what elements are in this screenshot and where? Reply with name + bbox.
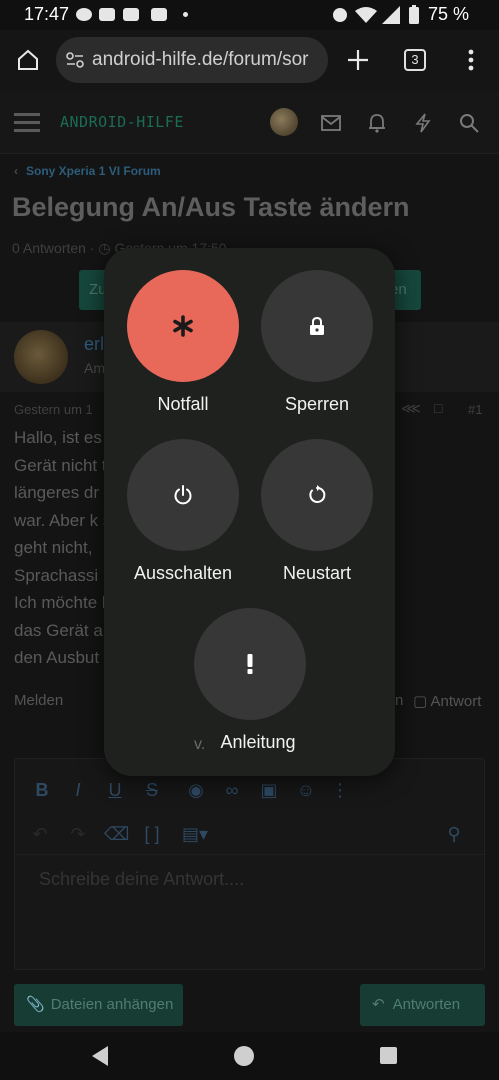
reply-editor[interactable]: B I U S ◉ ∞ ▣ ☺ ⋮ ↶ ↷ ⌫ [ ] ▤▾ ⚲ Schreib…: [14, 758, 485, 970]
search-button[interactable]: [456, 110, 482, 136]
new-tab-button[interactable]: [342, 44, 374, 76]
bell-icon: [369, 114, 385, 133]
save-draft-icon[interactable]: ▤▾: [178, 823, 212, 845]
home-circle-icon[interactable]: [234, 1046, 254, 1066]
wifi-icon: [355, 7, 377, 23]
emergency-label: Notfall: [157, 394, 209, 414]
code-brackets-icon[interactable]: [ ]: [141, 823, 163, 845]
site-settings-icon: [66, 52, 84, 68]
link-icon[interactable]: ∞: [221, 779, 243, 801]
asterisk-icon: [173, 315, 193, 337]
more-options-icon[interactable]: ⋮: [329, 779, 351, 801]
whats-new-button[interactable]: [410, 110, 436, 136]
underline-icon[interactable]: U: [104, 779, 126, 801]
home-button[interactable]: [12, 44, 44, 76]
submit-reply-label: Antworten: [392, 996, 461, 1013]
author-name[interactable]: erl: [84, 334, 104, 355]
envelope-icon: [321, 115, 341, 131]
editor-placeholder: Schreibe deine Antwort....: [39, 869, 245, 889]
lock-button[interactable]: [261, 270, 373, 382]
hamburger-menu-icon[interactable]: [14, 112, 40, 134]
undo-icon[interactable]: ↶: [29, 823, 51, 845]
guide-label-clip: Anleitung: [194, 732, 302, 756]
restart-label: Neustart: [282, 563, 352, 583]
site-logo[interactable]: ANDROID-HILFE: [60, 113, 184, 131]
more-notifications-icon: [183, 12, 188, 17]
chevron-left-icon: ‹: [14, 164, 18, 178]
reply-arrow-icon: ↶: [372, 996, 385, 1013]
power-off-button[interactable]: [127, 439, 239, 551]
lock-label: Sperren: [284, 394, 350, 414]
exclamation-icon: [247, 654, 253, 674]
submit-reply-button[interactable]: ↶ Antworten: [360, 984, 485, 1026]
status-time: 17:47: [24, 4, 70, 24]
share-icon[interactable]: ⋘: [401, 400, 421, 417]
screen: 17:47 75 % android-hilfe.de/forum/sor 3 …: [0, 0, 499, 1080]
home-icon: [18, 49, 38, 70]
bold-icon[interactable]: B: [31, 779, 53, 801]
url-text: android-hilfe.de/forum/sor: [92, 49, 309, 70]
palette-icon[interactable]: ◉: [185, 779, 207, 801]
guide-button[interactable]: [194, 608, 306, 720]
emoji-icon[interactable]: ☺: [295, 779, 317, 801]
reply-link[interactable]: ▢ Antwort: [413, 692, 481, 710]
restart-icon: [309, 485, 326, 503]
user-avatar[interactable]: [270, 108, 298, 136]
youtube-notification-icon: [99, 8, 115, 21]
signal-icon: [382, 6, 400, 24]
system-navigation-bar: [0, 1032, 499, 1080]
messages-button[interactable]: [318, 110, 344, 136]
breadcrumb[interactable]: ‹ Sony Xperia 1 VI Forum: [14, 164, 161, 178]
back-icon[interactable]: [92, 1046, 108, 1066]
italic-icon[interactable]: I: [67, 779, 89, 801]
paperclip-icon: 📎: [26, 996, 45, 1013]
thread-title: Belegung An/Aus Taste ändern: [12, 192, 410, 222]
attach-files-button[interactable]: 📎 Dateien anhängen: [14, 984, 183, 1026]
search-icon: [460, 114, 479, 133]
image-icon[interactable]: ▣: [258, 779, 280, 801]
emergency-button[interactable]: [127, 270, 239, 382]
browser-toolbar: android-hilfe.de/forum/sor 3: [0, 30, 499, 92]
guide-label: Anleitung: [220, 732, 296, 752]
mail-notification-icon: [151, 8, 167, 21]
youtube-notification-icon: [123, 8, 139, 21]
browser-menu-button[interactable]: [455, 44, 487, 76]
restart-button[interactable]: [261, 439, 373, 551]
author-avatar[interactable]: [14, 330, 68, 384]
address-bar[interactable]: android-hilfe.de/forum/sor: [56, 37, 328, 83]
reply-label: Antwort: [430, 693, 482, 710]
post-date[interactable]: Gestern um 1: [14, 402, 93, 417]
power-menu-dialog: Notfall Sperren Ausschalten Neustart v. …: [104, 248, 395, 776]
notifications-button[interactable]: [364, 110, 390, 136]
attach-files-label: Dateien anhängen: [50, 996, 174, 1013]
lock-icon: [310, 316, 324, 335]
reaction-link-fragment[interactable]: n: [395, 692, 403, 709]
lightning-icon: [415, 113, 431, 133]
strikethrough-icon[interactable]: S: [141, 779, 163, 801]
bookmark-icon[interactable]: □: [434, 400, 442, 416]
tab-switcher-button[interactable]: 3: [404, 49, 426, 71]
preview-icon[interactable]: ⚲: [443, 823, 465, 845]
reply-icon: ▢: [413, 693, 431, 710]
site-header: ANDROID-HILFE: [0, 92, 499, 154]
power-off-label: Ausschalten: [133, 563, 233, 583]
post-number[interactable]: #1: [468, 402, 482, 417]
power-icon: [174, 485, 192, 505]
breadcrumb-forum-link[interactable]: Sony Xperia 1 VI Forum: [26, 164, 161, 178]
plus-icon: [348, 50, 368, 70]
status-bar: 17:47 75 %: [0, 0, 499, 30]
alarm-icon: [333, 8, 347, 22]
more-vert-icon: [468, 49, 474, 71]
eraser-icon[interactable]: ⌫: [104, 823, 129, 845]
report-link[interactable]: Melden: [14, 692, 63, 709]
battery-percentage: 75 %: [428, 4, 470, 24]
recent-apps-icon[interactable]: [380, 1047, 397, 1064]
chat-notification-icon: [76, 8, 92, 21]
editor-toolbar-secondary: ↶ ↷ ⌫ [ ] ▤▾ ⚲: [15, 811, 484, 855]
battery-icon: [409, 5, 419, 24]
redo-icon[interactable]: ↷: [67, 823, 89, 845]
author-role: Am: [84, 360, 105, 376]
